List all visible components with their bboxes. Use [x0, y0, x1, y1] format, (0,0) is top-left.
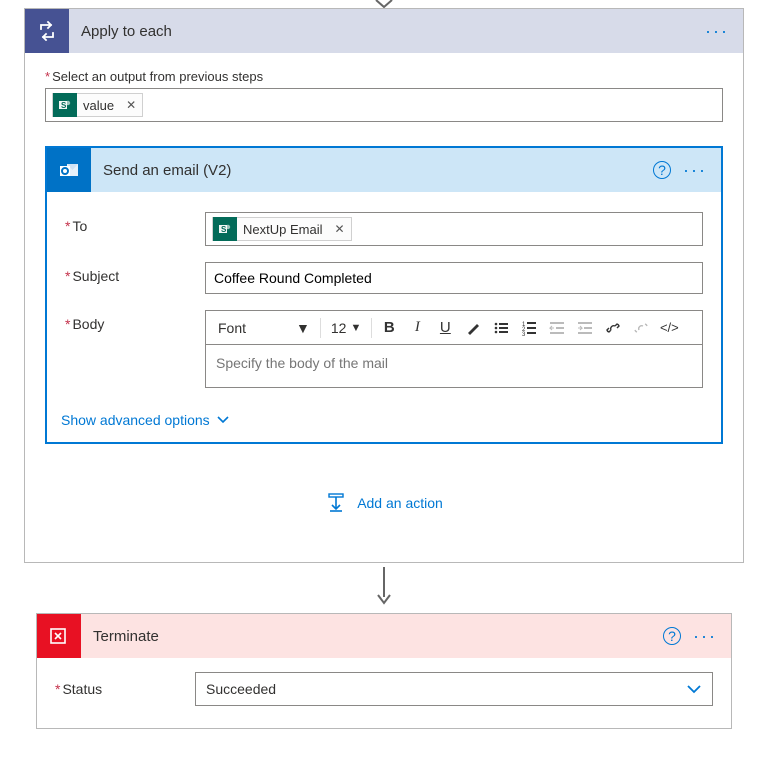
body-editor: Font▼ 12▼ B I U: [205, 310, 703, 388]
chevron-down-icon: ▼: [350, 322, 361, 334]
terminate-menu[interactable]: ···: [693, 627, 717, 645]
loop-icon: [25, 9, 69, 53]
insert-step-icon: [325, 492, 347, 514]
terminate-card: Terminate ? ··· *Status Succeeded: [36, 613, 732, 729]
outlook-icon: [47, 148, 91, 192]
chevron-down-icon: [216, 413, 230, 427]
send-email-header[interactable]: Send an email (V2) ? ···: [47, 148, 721, 192]
terminate-header[interactable]: Terminate ? ···: [37, 614, 731, 658]
to-token-label: NextUp Email: [237, 222, 328, 237]
sharepoint-icon: S: [213, 217, 237, 241]
output-label: *Select an output from previous steps: [45, 69, 723, 84]
chevron-down-icon: [686, 681, 702, 697]
body-label: *Body: [65, 310, 205, 388]
link-button[interactable]: [600, 315, 626, 341]
editor-toolbar: Font▼ 12▼ B I U: [206, 311, 702, 345]
help-icon[interactable]: ?: [663, 627, 681, 645]
apply-to-each-title: Apply to each: [69, 23, 705, 40]
color-button[interactable]: [460, 315, 486, 341]
to-input[interactable]: S NextUp Email ✕: [205, 212, 703, 246]
apply-to-each-menu[interactable]: ···: [705, 22, 729, 40]
terminate-icon: [37, 614, 81, 658]
chevron-down-icon: ▼: [296, 320, 310, 336]
to-token-remove[interactable]: ✕: [328, 222, 350, 236]
add-action-row: Add an action: [45, 492, 723, 514]
apply-to-each-card: Apply to each ··· *Select an output from…: [24, 8, 744, 563]
send-email-card: Send an email (V2) ? ··· *To S: [45, 146, 723, 444]
to-label: *To: [65, 212, 205, 246]
body-textarea[interactable]: Specify the body of the mail: [206, 345, 702, 387]
value-token[interactable]: S value ✕: [52, 93, 143, 117]
svg-text:3: 3: [522, 332, 526, 336]
flow-arrow-mid: [0, 563, 768, 613]
font-select[interactable]: Font▼: [212, 316, 316, 340]
status-value: Succeeded: [206, 681, 276, 697]
output-token-input[interactable]: S value ✕: [45, 88, 723, 122]
sharepoint-icon: S: [53, 93, 77, 117]
status-label: *Status: [55, 681, 195, 697]
bold-button[interactable]: B: [376, 315, 402, 341]
flow-arrow-top: [0, 0, 768, 8]
send-email-title: Send an email (V2): [91, 162, 653, 179]
subject-input[interactable]: [205, 262, 703, 294]
apply-to-each-header[interactable]: Apply to each ···: [25, 9, 743, 53]
underline-button[interactable]: U: [432, 315, 458, 341]
token-label: value: [77, 98, 120, 113]
help-icon[interactable]: ?: [653, 161, 671, 179]
bullets-button[interactable]: [488, 315, 514, 341]
terminate-title: Terminate: [81, 628, 663, 645]
outdent-button[interactable]: [544, 315, 570, 341]
indent-button[interactable]: [572, 315, 598, 341]
numbered-button[interactable]: 123: [516, 315, 542, 341]
add-action-button[interactable]: Add an action: [325, 492, 443, 514]
show-advanced-link[interactable]: Show advanced options: [47, 412, 721, 442]
status-dropdown[interactable]: Succeeded: [195, 672, 713, 706]
send-email-menu[interactable]: ···: [683, 161, 707, 179]
codeview-button[interactable]: </>: [656, 315, 682, 341]
subject-label: *Subject: [65, 262, 205, 294]
to-token[interactable]: S NextUp Email ✕: [212, 217, 352, 241]
token-remove[interactable]: ✕: [120, 98, 142, 112]
fontsize-select[interactable]: 12▼: [325, 316, 367, 340]
italic-button[interactable]: I: [404, 315, 430, 341]
unlink-button[interactable]: [628, 315, 654, 341]
